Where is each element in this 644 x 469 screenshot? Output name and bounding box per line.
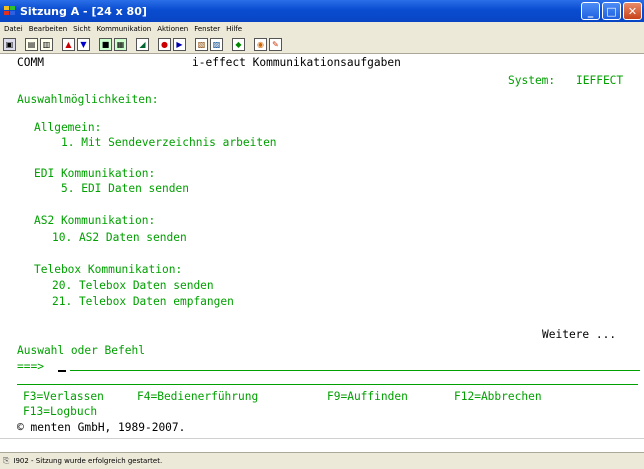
minimize-button[interactable]: _ xyxy=(581,2,600,20)
clipboard-icon[interactable]: ▧ xyxy=(195,38,208,51)
display-icon[interactable]: ■ xyxy=(99,38,112,51)
menu-option[interactable]: 1. Mit Sendeverzeichnis arbeiten xyxy=(61,137,277,149)
app-icon xyxy=(4,6,16,16)
menu-fenster[interactable]: Fenster xyxy=(194,25,220,33)
copy-icon[interactable]: ▤ xyxy=(25,38,38,51)
prompt-label: Auswahl oder Befehl xyxy=(17,344,145,357)
menu-sicht[interactable]: Sicht xyxy=(73,25,90,33)
receive-icon[interactable]: ▼ xyxy=(77,38,90,51)
copyright: © menten GmbH, 1989-2007. xyxy=(17,421,186,434)
terminal-screen: COMM i-effect Kommunikationsaufgaben Sys… xyxy=(0,54,644,438)
group-title-edi: EDI Kommunikation: xyxy=(34,167,156,180)
save-icon[interactable]: ▨ xyxy=(210,38,223,51)
menu-aktionen[interactable]: Aktionen xyxy=(157,25,188,33)
session-status-icon: ⎘ xyxy=(3,456,10,465)
paste-icon[interactable]: ▥ xyxy=(40,38,53,51)
print-screen-icon[interactable]: ▣ xyxy=(3,38,16,51)
menu-option[interactable]: 10. AS2 Daten senden xyxy=(52,232,187,244)
separator-line xyxy=(17,384,638,385)
edit-icon[interactable]: ✎ xyxy=(269,38,282,51)
oia-area xyxy=(0,438,644,452)
status-bar: ⎘ I902 - Sitzung wurde erfolgreich gesta… xyxy=(0,452,644,469)
more-indicator: Weitere ... xyxy=(542,328,617,341)
prompt-arrow: ===> xyxy=(17,360,44,373)
menu-option[interactable]: 5. EDI Daten senden xyxy=(61,183,189,195)
page-title: i-effect Kommunikationsaufgaben xyxy=(192,56,401,69)
input-underline xyxy=(70,370,640,371)
fkey-f3[interactable]: F3=Verlassen xyxy=(23,391,104,403)
text-cursor xyxy=(58,370,66,372)
fkey-f13[interactable]: F13=Logbuch xyxy=(23,406,97,418)
group-title-telebox: Telebox Kommunikation: xyxy=(34,263,183,276)
keypad-icon[interactable]: ▦ xyxy=(114,38,127,51)
menu-hilfe[interactable]: Hilfe xyxy=(226,25,242,33)
system-label: System: xyxy=(508,74,556,87)
fkey-f9[interactable]: F9=Auffinden xyxy=(327,391,408,403)
window-title: Sitzung A - [24 x 80] xyxy=(20,4,147,18)
macro-icon[interactable]: ◢ xyxy=(136,38,149,51)
color-icon[interactable]: ◉ xyxy=(254,38,267,51)
close-button[interactable]: ✕ xyxy=(623,2,642,20)
group-title-as2: AS2 Kommunikation: xyxy=(34,214,156,227)
menu-option[interactable]: 20. Telebox Daten senden xyxy=(52,280,214,292)
settings-icon[interactable]: ◆ xyxy=(232,38,245,51)
fkey-f12[interactable]: F12=Abbrechen xyxy=(454,391,542,403)
menu-bar: Datei Bearbeiten Sicht Kommunikation Akt… xyxy=(0,22,644,36)
group-title-allgemein: Allgemein: xyxy=(34,121,102,134)
record-icon[interactable]: ● xyxy=(158,38,171,51)
menu-datei[interactable]: Datei xyxy=(4,25,23,33)
maximize-button[interactable]: □ xyxy=(602,2,621,20)
program-id: COMM xyxy=(17,56,44,69)
menu-option[interactable]: 21. Telebox Daten empfangen xyxy=(52,296,234,308)
command-input[interactable] xyxy=(58,361,66,373)
play-icon[interactable]: ▶ xyxy=(173,38,186,51)
options-header: Auswahlmöglichkeiten: xyxy=(17,93,159,106)
fkey-f4[interactable]: F4=Bedienerführung xyxy=(137,391,258,403)
menu-kommunikation[interactable]: Kommunikation xyxy=(97,25,152,33)
system-value: IEFFECT xyxy=(576,74,624,87)
send-icon[interactable]: ▲ xyxy=(62,38,75,51)
toolbar: ▣ ▤ ▥ ▲ ▼ ■ ▦ ◢ ● ▶ ▧ ▨ ◆ ◉ ✎ xyxy=(0,36,644,54)
status-message: I902 - Sitzung wurde erfolgreich gestart… xyxy=(13,457,163,465)
title-bar: Sitzung A - [24 x 80] _ □ ✕ xyxy=(0,0,644,22)
window-controls: _ □ ✕ xyxy=(581,2,642,20)
menu-bearbeiten[interactable]: Bearbeiten xyxy=(29,25,67,33)
